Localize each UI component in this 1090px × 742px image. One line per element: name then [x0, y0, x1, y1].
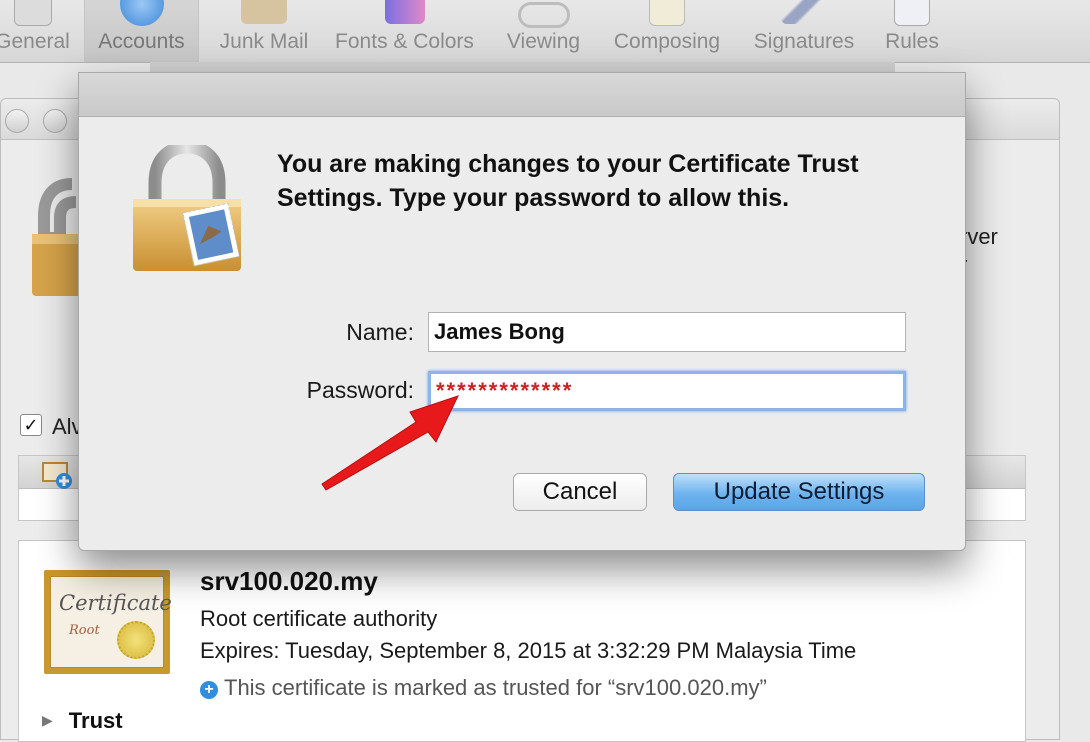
sheet-shadow: [150, 62, 895, 72]
trust-note: + This certificate is marked as trusted f…: [200, 675, 767, 701]
toolbar-label: Viewing: [506, 30, 581, 53]
compose-pencil-icon: [649, 0, 685, 26]
name-field[interactable]: James Bong: [428, 312, 906, 352]
toolbar-fonts-colors[interactable]: Fonts & Colors: [322, 0, 487, 62]
certificate-image-title: Certificate: [59, 591, 172, 615]
toolbar-label: Signatures: [753, 30, 855, 53]
dialog-message: You are making changes to your Certifica…: [277, 150, 859, 212]
junk-bag-icon: [241, 0, 287, 24]
disclosure-triangle-icon[interactable]: ▶: [42, 712, 53, 728]
toolbar-signatures[interactable]: Signatures: [743, 0, 865, 62]
toolbar-label: General: [0, 30, 70, 53]
certificate-image-subtitle: Root: [69, 623, 100, 638]
toolbar-label: Fonts & Colors: [335, 30, 474, 53]
minimize-window-button[interactable]: [43, 109, 67, 133]
at-sign-icon: [119, 0, 164, 26]
certificate-expiry: Expires: Tuesday, September 8, 2015 at 3…: [200, 638, 857, 663]
toolbar-viewing[interactable]: Viewing: [496, 0, 591, 62]
password-label: Password:: [306, 377, 414, 403]
trust-note-text: This certificate is marked as trusted fo…: [224, 675, 767, 700]
font-a-icon: [384, 0, 425, 24]
certificate-kind: Root certificate authority: [200, 606, 438, 631]
rules-list-icon: [894, 0, 930, 26]
lock-with-mail-stamp-icon: [133, 145, 241, 271]
glasses-icon: [517, 2, 570, 28]
authentication-dialog: You are making changes to your Certifica…: [78, 72, 966, 551]
trust-section-label: Trust: [68, 708, 123, 733]
toolbar-accounts[interactable]: Accounts: [84, 0, 199, 62]
toolbar-label: Rules: [885, 30, 939, 53]
switch-icon: [13, 0, 52, 26]
close-window-button[interactable]: [5, 109, 29, 133]
add-certificate-icon[interactable]: [42, 462, 74, 490]
name-label: Name:: [346, 319, 414, 345]
trust-disclosure[interactable]: ▶ Trust: [42, 708, 123, 734]
update-settings-button[interactable]: Update Settings: [673, 473, 925, 511]
seal-icon: [117, 621, 155, 659]
preferences-toolbar: General Accounts Junk Mail Fonts & Color…: [0, 0, 1090, 63]
always-trust-checkbox[interactable]: ✓: [20, 414, 42, 436]
signature-pen-icon: [781, 0, 827, 24]
password-field[interactable]: *************: [428, 371, 906, 411]
toolbar-rules[interactable]: Rules: [876, 0, 948, 62]
certificate-name: srv100.020.my: [200, 566, 378, 596]
toolbar-junk-mail[interactable]: Junk Mail: [205, 0, 323, 62]
toolbar-label: Junk Mail: [219, 30, 309, 53]
certificate-image: Certificate Root: [44, 570, 172, 674]
toolbar-general[interactable]: General: [0, 0, 75, 62]
toolbar-label: Composing: [613, 30, 721, 53]
toolbar-composing[interactable]: Composing: [601, 0, 733, 62]
dialog-header-bar: [79, 73, 965, 117]
toolbar-label: Accounts: [98, 30, 185, 53]
plus-circle-icon: +: [200, 681, 218, 699]
cancel-button[interactable]: Cancel: [513, 473, 647, 511]
